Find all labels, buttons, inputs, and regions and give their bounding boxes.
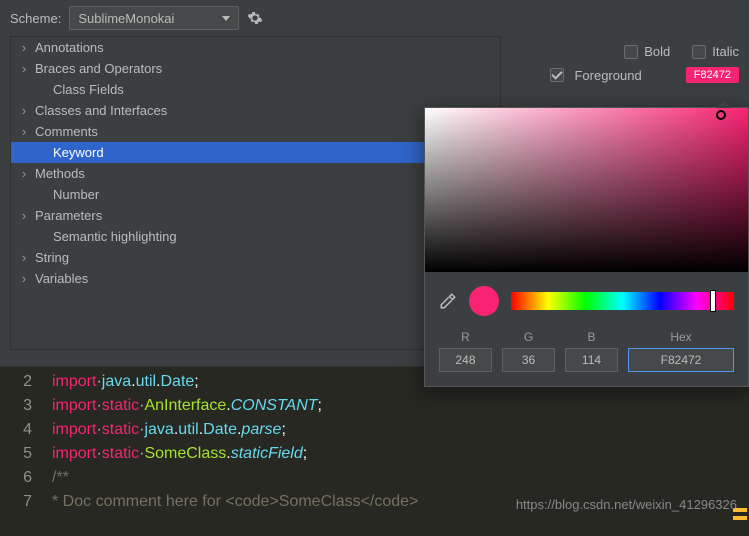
attr-item-class-fields[interactable]: ›Class Fields — [11, 79, 500, 100]
gradient-cursor[interactable] — [716, 110, 726, 120]
g-input[interactable] — [502, 348, 555, 372]
hue-cursor[interactable] — [710, 290, 716, 312]
hex-label: Hex — [628, 330, 734, 344]
saturation-gradient[interactable] — [425, 108, 748, 272]
picker-arrow — [716, 100, 732, 108]
expand-icon: › — [19, 61, 29, 76]
attr-label: Parameters — [35, 208, 102, 223]
scheme-label: Scheme: — [10, 11, 61, 26]
attr-label: Braces and Operators — [35, 61, 162, 76]
italic-checkbox[interactable] — [692, 45, 706, 59]
attr-label: Semantic highlighting — [53, 229, 177, 244]
expand-icon: › — [19, 271, 29, 286]
expand-icon: › — [19, 124, 29, 139]
attr-label: Comments — [35, 124, 98, 139]
foreground-label: Foreground — [574, 68, 641, 83]
color-picker: R G B Hex — [424, 107, 749, 387]
code-content: import·java.util.Date; import·static·AnI… — [42, 367, 418, 536]
expand-icon: › — [19, 250, 29, 265]
attr-label: Variables — [35, 271, 88, 286]
gutter: 234567 — [0, 367, 42, 536]
r-label: R — [439, 330, 492, 344]
expand-icon: › — [19, 103, 29, 118]
foreground-swatch[interactable]: F82472 — [686, 67, 739, 83]
scheme-value: SublimeMonokai — [78, 11, 174, 26]
bold-label: Bold — [644, 44, 670, 59]
b-input[interactable] — [565, 348, 618, 372]
foreground-checkbox[interactable] — [550, 68, 564, 82]
hue-slider[interactable] — [511, 292, 734, 310]
watermark: https://blog.csdn.net/weixin_41296326 — [516, 497, 737, 512]
attr-label: Keyword — [53, 145, 104, 160]
hex-input[interactable] — [628, 348, 734, 372]
expand-icon: › — [19, 208, 29, 223]
attr-item-braces-and-operators[interactable]: › Braces and Operators — [11, 58, 500, 79]
attr-label: Classes and Interfaces — [35, 103, 167, 118]
attr-label: String — [35, 250, 69, 265]
attr-item-annotations[interactable]: › Annotations — [11, 37, 500, 58]
gear-icon[interactable] — [247, 10, 263, 26]
warning-marker[interactable] — [733, 516, 747, 520]
attr-label: Methods — [35, 166, 85, 181]
r-input[interactable] — [439, 348, 492, 372]
scheme-select[interactable]: SublimeMonokai — [69, 6, 239, 30]
g-label: G — [502, 330, 555, 344]
bold-checkbox[interactable] — [624, 45, 638, 59]
expand-icon: › — [19, 40, 29, 55]
italic-label: Italic — [712, 44, 739, 59]
b-label: B — [565, 330, 618, 344]
expand-icon: › — [19, 166, 29, 181]
eyedropper-icon[interactable] — [439, 292, 457, 310]
attr-label: Class Fields — [53, 82, 124, 97]
attr-label: Number — [53, 187, 99, 202]
color-preview — [469, 286, 499, 316]
attr-label: Annotations — [35, 40, 104, 55]
chevron-down-icon — [222, 16, 230, 21]
